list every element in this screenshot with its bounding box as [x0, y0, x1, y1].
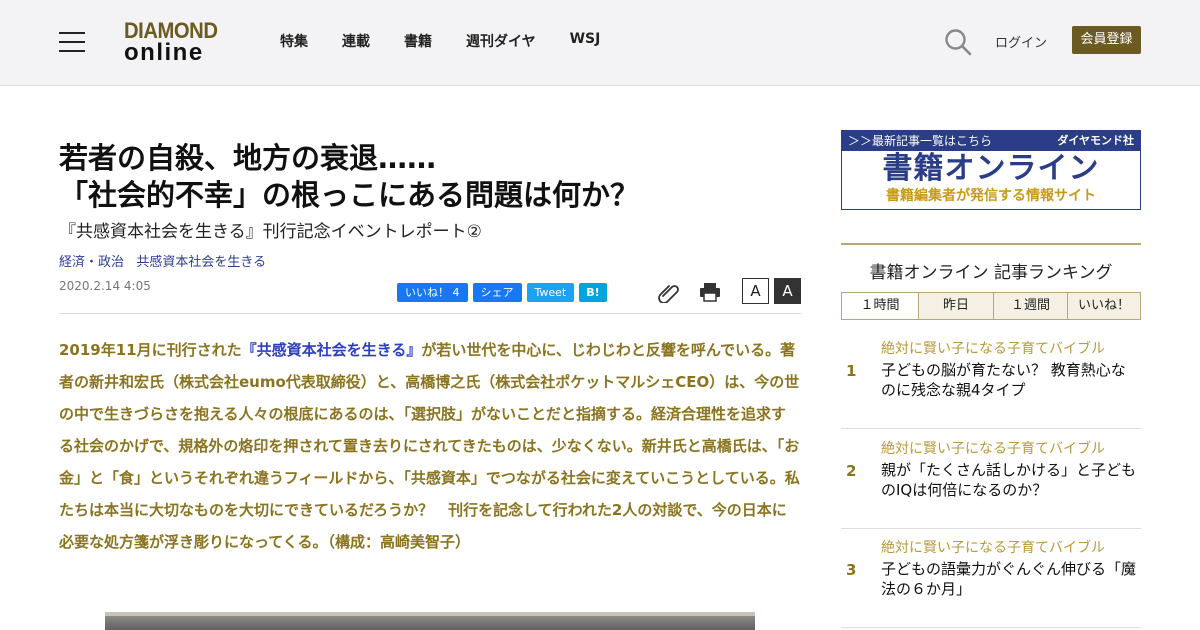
logo-text-bottom: online	[124, 39, 204, 66]
ranking-tabs: １時間 昨日 １週間 いいね！	[841, 292, 1141, 320]
article-date: 2020.2.14 4:05	[59, 279, 151, 293]
nav-item-series[interactable]: 連載	[342, 31, 370, 51]
share-bar: いいね！ 4 シェア Tweet B!	[397, 283, 612, 302]
lead-text-post: が若い世代を中心に、じわじわと反響を呼んでいる。著者の新井和宏氏（株式会社eum…	[59, 341, 800, 551]
article-categories: 経済・政治 共感資本社会を生きる	[59, 251, 266, 270]
article-title: 若者の自殺、地方の衰退…… 「社会的不幸」の根っこにある問題は何か？	[59, 140, 779, 214]
tab-1-week[interactable]: １週間	[993, 293, 1067, 319]
article-lead: 2019年11月に刊行された『共感資本社会を生きる』が若い世代を中心に、じわじわ…	[59, 334, 801, 558]
facebook-like-button[interactable]: いいね！ 4	[397, 283, 468, 302]
title-line-1: 若者の自殺、地方の衰退……	[59, 141, 437, 175]
banner-latest-link: ＞＞最新記事一覧はこちら	[848, 134, 993, 148]
nav-item-weekly[interactable]: 週刊ダイヤ	[466, 31, 536, 51]
ranking-category: 絶対に賢い子になる子育てバイブル	[881, 341, 1105, 357]
ranking-rule	[841, 243, 1141, 245]
menu-icon[interactable]	[59, 32, 85, 52]
search-icon[interactable]	[944, 28, 972, 56]
like-label: いいね！ 4	[405, 286, 460, 299]
banner-tagline: 書籍編集者が発信する情報サイト	[886, 188, 1096, 204]
ranking-number: 3	[846, 561, 857, 579]
ranking-headline: 親が「たくさん話しかける」と子どものIQは何倍になるのか？	[881, 461, 1137, 499]
tweet-button[interactable]: Tweet	[526, 283, 575, 302]
article-subtitle: 『共感資本社会を生きる』刊行記念イベントレポート②	[59, 222, 482, 242]
category-economy[interactable]: 経済・政治	[59, 255, 124, 270]
article-image	[105, 612, 755, 630]
tab-yesterday[interactable]: 昨日	[918, 293, 993, 319]
ranking-category: 絶対に賢い子になる子育てバイブル	[881, 540, 1105, 556]
ranking-number: 1	[846, 362, 857, 380]
font-size-small-button[interactable]: A	[742, 278, 769, 304]
site-logo[interactable]: DIAMOND online	[124, 20, 228, 66]
facebook-share-button[interactable]: シェア	[472, 283, 522, 302]
ranking-item[interactable]: 1 絶対に賢い子になる子育てバイブル 子どもの脳が育たない？ 教育熱心なのに残念…	[841, 330, 1141, 429]
title-line-2: 「社会的不幸」の根っこにある問題は何か？	[59, 178, 640, 212]
banner-top-bar: ＞＞最新記事一覧はこちら ダイヤモンド社	[842, 131, 1140, 151]
lead-text-pre: 2019年11月に刊行された	[59, 341, 242, 359]
hatena-bookmark-button[interactable]: B!	[579, 283, 607, 302]
tab-1-hour[interactable]: １時間	[842, 293, 918, 319]
category-series[interactable]: 共感資本社会を生きる	[136, 255, 266, 270]
books-online-banner[interactable]: ＞＞最新記事一覧はこちら ダイヤモンド社 書籍オンライン 書籍編集者が発信する情…	[841, 130, 1141, 210]
login-link[interactable]: ログイン	[995, 32, 1047, 51]
banner-publisher: ダイヤモンド社	[1057, 134, 1134, 147]
ranking-item[interactable]: 2 絶対に賢い子になる子育てバイブル 親が「たくさん話しかける」と子どものIQは…	[841, 430, 1141, 529]
ranking-number: 2	[846, 462, 857, 480]
ranking-title: 書籍オンライン 記事ランキング	[869, 263, 1113, 283]
clip-icon[interactable]	[657, 281, 681, 303]
nav-item-wsj[interactable]: WSJ	[570, 31, 601, 51]
divider	[59, 313, 801, 314]
main-nav: 特集 連載 書籍 週刊ダイヤ WSJ	[280, 31, 634, 51]
site-header: DIAMOND online 特集 連載 書籍 週刊ダイヤ WSJ ログイン 会…	[0, 0, 1200, 86]
print-icon[interactable]	[699, 282, 721, 302]
nav-item-feature[interactable]: 特集	[280, 31, 308, 51]
ranking-category: 絶対に賢い子になる子育てバイブル	[881, 441, 1105, 457]
tab-likes[interactable]: いいね！	[1067, 293, 1140, 319]
book-title-link[interactable]: 『共感資本社会を生きる』	[242, 341, 422, 359]
logo-text-top: DIAMOND	[124, 18, 218, 43]
banner-title: 書籍オンライン	[882, 151, 1100, 186]
nav-item-books[interactable]: 書籍	[404, 31, 432, 51]
signup-button[interactable]: 会員登録	[1072, 26, 1141, 54]
ranking-item[interactable]: 3 絶対に賢い子になる子育てバイブル 子どもの語彙力がぐんぐん伸びる「魔法の６か…	[841, 529, 1141, 628]
category-economy-label: 経済・政治	[59, 255, 125, 270]
font-size-large-button[interactable]: A	[774, 278, 801, 304]
ranking-headline: 子どもの脳が育たない？ 教育熱心なのに残念な親4タイプ	[881, 361, 1126, 399]
ranking-headline: 子どもの語彙力がぐんぐん伸びる「魔法の６か月」	[881, 560, 1137, 598]
